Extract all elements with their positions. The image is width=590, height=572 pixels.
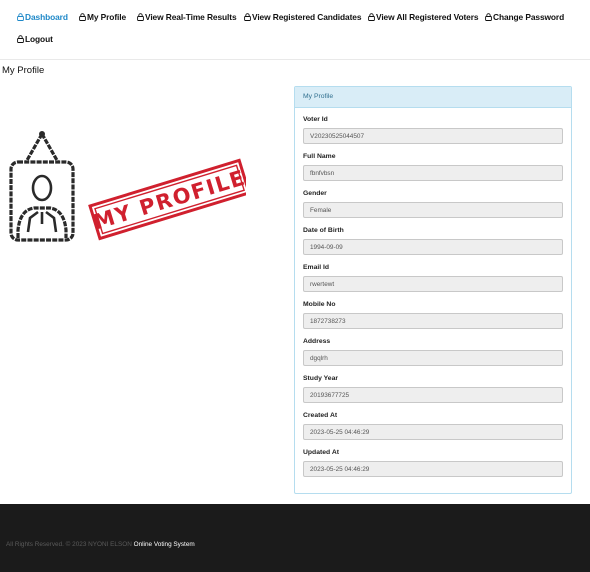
updated-at-label: Updated At: [303, 449, 339, 456]
nav-label: Logout: [25, 34, 53, 44]
page-title: My Profile: [2, 65, 45, 76]
nav-dashboard-link[interactable]: Dashboard: [17, 12, 68, 22]
lock-icon: [137, 13, 144, 21]
footer-copyright: All Rights Reserved. © 2023 NYONI ELSON: [6, 541, 132, 548]
nav-label: View Registered Candidates: [252, 12, 362, 22]
profile-badge-icon: MY PROFILE: [9, 131, 251, 242]
footer-system-name: Online Voting System: [133, 541, 195, 548]
footer: All Rights Reserved. © 2023 NYONI ELSON …: [0, 504, 590, 572]
lock-icon: [79, 13, 86, 21]
nav-logout-link[interactable]: Logout: [17, 34, 53, 44]
full-name-field[interactable]: fbnfvbsn: [303, 165, 563, 181]
nav-label: View All Registered Voters: [376, 12, 479, 22]
nav-registered-candidates-link[interactable]: View Registered Candidates: [244, 12, 362, 22]
lock-icon: [368, 13, 375, 21]
gender-label: Gender: [303, 190, 327, 197]
lock-icon: [485, 13, 492, 21]
my-profile-illustration: MY PROFILE: [6, 126, 251, 246]
nav-label: View Real-Time Results: [145, 12, 237, 22]
date-of-birth-field[interactable]: 1994-09-09: [303, 239, 563, 255]
nav-my-profile-link[interactable]: My Profile: [79, 12, 126, 22]
mobile-no-label: Mobile No: [303, 301, 336, 308]
mobile-no-field[interactable]: 1872738273: [303, 313, 563, 329]
nav-registered-voters-link[interactable]: View All Registered Voters: [368, 12, 479, 22]
top-navigation: Dashboard My Profile View Real-Time Resu…: [0, 0, 590, 60]
nav-label: My Profile: [87, 12, 127, 22]
created-at-field[interactable]: 2023-05-25 04:46:29: [303, 424, 563, 440]
voter-id-field[interactable]: V20230525044507: [303, 128, 563, 144]
address-field[interactable]: dgqlrh: [303, 350, 563, 366]
nav-change-password-link[interactable]: Change Password: [485, 12, 564, 22]
lock-icon: [244, 13, 251, 21]
lock-icon: [17, 35, 24, 43]
updated-at-field[interactable]: 2023-05-25 04:46:29: [303, 461, 563, 477]
study-year-label: Study Year: [303, 375, 339, 382]
address-label: Address: [303, 338, 331, 345]
panel-heading: My Profile: [295, 87, 571, 108]
email-id-label: Email Id: [303, 264, 330, 271]
nav-label: Dashboard: [25, 12, 68, 22]
profile-panel: My Profile Voter Id V20230525044507 Full…: [294, 86, 572, 494]
lock-icon: [17, 13, 24, 21]
full-name-label: Full Name: [303, 153, 336, 160]
nav-real-time-results-link[interactable]: View Real-Time Results: [137, 12, 237, 22]
nav-label: Change Password: [493, 12, 565, 22]
email-id-field[interactable]: rwertewt: [303, 276, 563, 292]
gender-field[interactable]: Female: [303, 202, 563, 218]
voter-id-label: Voter Id: [303, 116, 328, 123]
study-year-field[interactable]: 20193677725: [303, 387, 563, 403]
date-of-birth-label: Date of Birth: [303, 227, 344, 234]
footer-text: All Rights Reserved. © 2023 NYONI ELSON …: [6, 541, 195, 548]
created-at-label: Created At: [303, 412, 338, 419]
